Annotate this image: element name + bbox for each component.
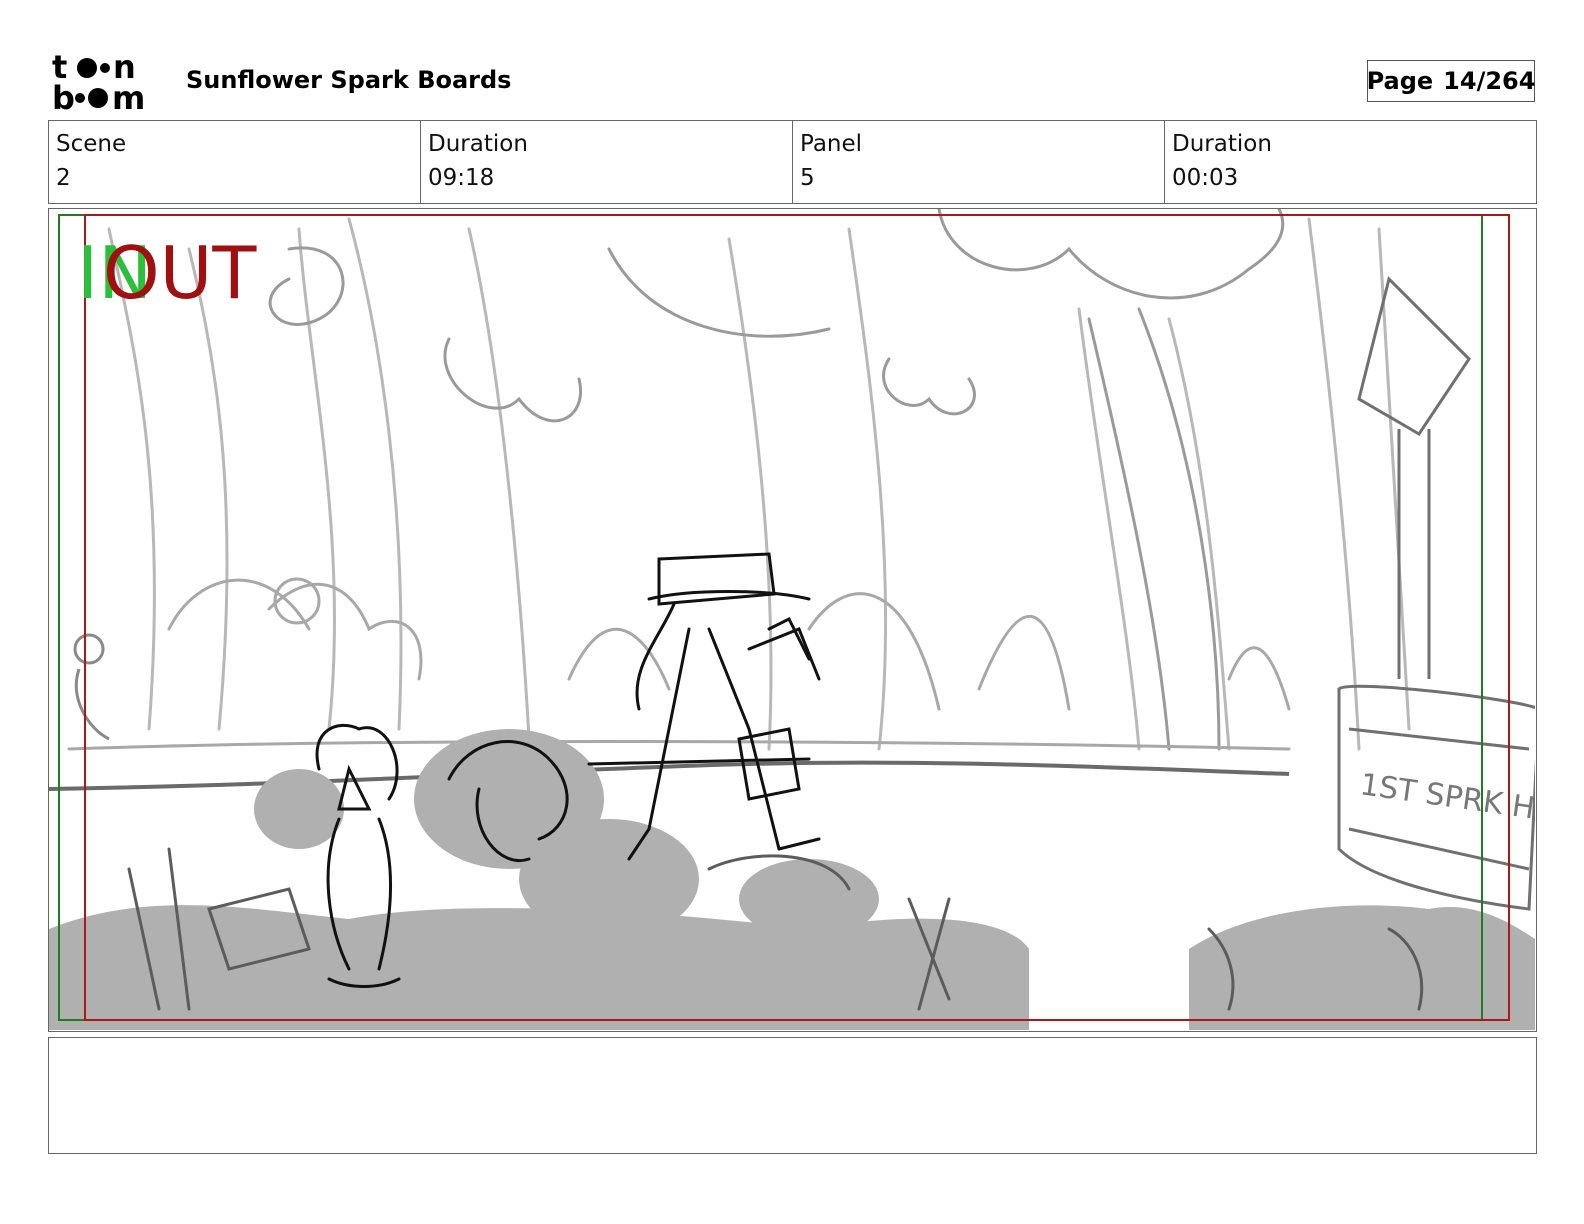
left-bg-figures — [73, 633, 110, 741]
page-label: Page — [1366, 67, 1434, 95]
scene-duration-value: 09:18 — [428, 165, 495, 191]
panel-info-table: Scene 2 Duration 09:18 Panel 5 Duration … — [48, 120, 1537, 204]
panel-value: 5 — [800, 165, 815, 191]
page-number: 14/264 — [1443, 67, 1536, 95]
toon-boom-logo: t n b m — [50, 50, 165, 112]
board-title: Sunflower Spark Boards — [186, 66, 512, 94]
scene-duration-label: Duration — [428, 131, 528, 157]
foreground-fills — [49, 729, 1535, 1030]
logo-mark: t n b m — [52, 50, 145, 112]
svg-text:b: b — [52, 79, 75, 112]
panel-duration-label: Duration — [1172, 131, 1272, 157]
out-marker: OUT — [103, 231, 257, 315]
panel-cell: Panel 5 — [793, 121, 1165, 203]
storyboard-panel-image: 1ST SPRK HOLDER IN OUT — [48, 208, 1537, 1032]
midground-grass — [67, 577, 1291, 751]
scene-value: 2 — [56, 165, 71, 191]
scene-duration-cell: Duration 09:18 — [421, 121, 793, 203]
scene-cell: Scene 2 — [49, 121, 421, 203]
panel-notes-box[interactable] — [48, 1037, 1537, 1154]
page-indicator: Page 14/264 — [1367, 60, 1535, 102]
panel-label: Panel — [800, 131, 863, 157]
sign-sketch: 1ST SPRK HOLDER — [1337, 276, 1535, 911]
panel-sketch: 1ST SPRK HOLDER — [49, 209, 1535, 1030]
svg-text:m: m — [112, 79, 145, 112]
panel-duration-cell: Duration 00:03 — [1165, 121, 1536, 203]
background-trees — [107, 217, 1411, 751]
scene-label: Scene — [56, 131, 127, 157]
panel-duration-value: 00:03 — [1172, 165, 1239, 191]
